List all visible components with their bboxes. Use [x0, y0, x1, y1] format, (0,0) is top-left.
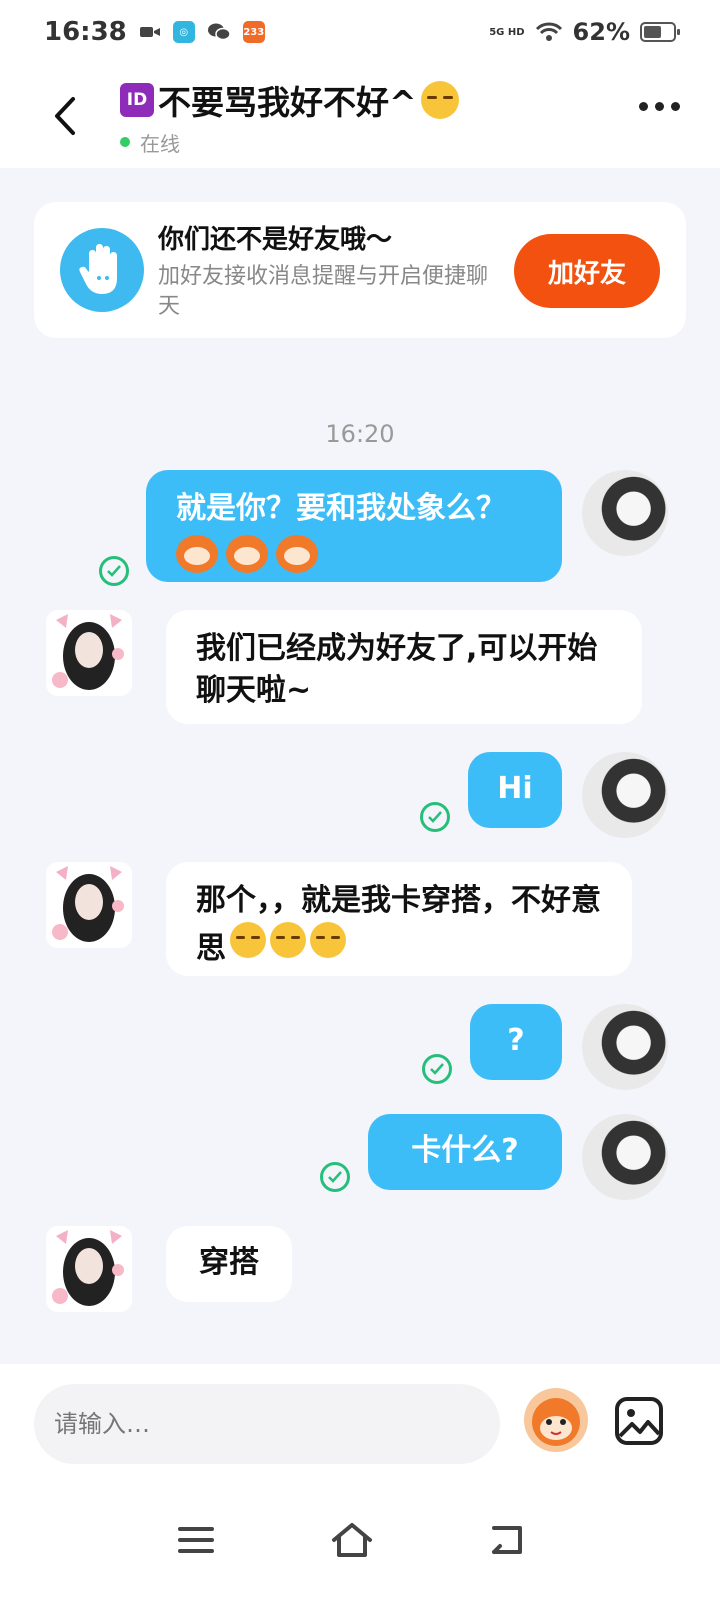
message-bubble-other[interactable]: 我们已经成为好友了,可以开始聊天啦~ — [166, 610, 642, 724]
my-avatar[interactable] — [582, 470, 668, 556]
hand-icon — [60, 228, 144, 312]
message-text: Hi — [497, 771, 533, 806]
wifi-icon — [535, 21, 563, 43]
message-text: 那个，，就是我卡穿搭，不好意思 — [196, 883, 601, 966]
home-icon — [332, 1523, 372, 1557]
read-check-icon — [422, 1054, 452, 1084]
more-icon — [639, 102, 648, 111]
back-icon — [55, 97, 75, 135]
home-nav-button[interactable] — [330, 1520, 376, 1566]
my-avatar[interactable] — [582, 1114, 668, 1200]
pensive-face-icon — [310, 922, 346, 958]
more-button[interactable] — [639, 102, 680, 111]
add-friend-button[interactable]: 加好友 — [514, 234, 660, 308]
online-label: 在线 — [140, 131, 180, 156]
friend-notice-description: 加好友接收消息提醒与开启便捷聊天 — [158, 263, 489, 319]
message-input[interactable] — [34, 1384, 500, 1464]
message-bubble-me[interactable]: ? — [470, 1004, 562, 1080]
id-badge-icon: ID — [120, 82, 154, 117]
read-check-icon — [320, 1162, 350, 1192]
video-icon — [139, 24, 161, 40]
message-bubble-me[interactable]: 卡什么? — [368, 1114, 562, 1190]
monkey-sticker-icon — [226, 534, 268, 573]
contact-avatar[interactable] — [46, 862, 132, 948]
my-avatar[interactable] — [582, 1004, 668, 1090]
message-bubble-me[interactable]: Hi — [468, 752, 562, 828]
back-nav-button[interactable] — [486, 1520, 532, 1566]
message-bubble-other[interactable]: 那个，，就是我卡穿搭，不好意思 — [166, 862, 632, 976]
monkey-sticker-row — [176, 532, 532, 574]
sticker-icon — [532, 1398, 580, 1446]
sticker-button[interactable] — [524, 1388, 588, 1452]
status-bar: 16:38 ◎ 233 5G HD 62% — [0, 0, 720, 64]
message-text: 就是你？要和我处象么？ — [176, 491, 506, 526]
friend-notice-title: 你们还不是好友哦～ — [158, 224, 393, 255]
message-text: 我们已经成为好友了,可以开始聊天啦~ — [196, 631, 598, 708]
message-text: ? — [507, 1023, 525, 1058]
input-bar — [0, 1364, 720, 1488]
status-time: 16:38 — [44, 17, 127, 47]
contact-avatar[interactable] — [46, 610, 132, 696]
system-nav-bar — [0, 1488, 720, 1612]
pensive-face-icon — [230, 922, 266, 958]
contact-name: 不要骂我好不好^ — [158, 82, 417, 122]
network-indicator: 5G HD — [489, 26, 525, 38]
friend-notice-card: 你们还不是好友哦～ 加好友接收消息提醒与开启便捷聊天 加好友 — [34, 202, 686, 338]
message-text: 穿搭 — [199, 1245, 259, 1280]
battery-icon — [640, 22, 680, 42]
image-button[interactable] — [614, 1396, 664, 1446]
message-text: 卡什么? — [411, 1133, 519, 1168]
online-dot — [120, 137, 130, 147]
pensive-face-icon — [420, 80, 459, 119]
message-bubble-other[interactable]: 穿搭 — [166, 1226, 292, 1302]
contact-avatar[interactable] — [46, 1226, 132, 1312]
app-icon: ◎ — [172, 21, 195, 43]
read-check-icon — [99, 556, 129, 586]
battery-percent: 62% — [572, 18, 630, 46]
wechat-icon — [207, 22, 231, 42]
chat-title: ID 不要骂我好不好^ — [120, 76, 459, 124]
pensive-face-icon — [270, 922, 306, 958]
message-bubble-me[interactable]: 就是你？要和我处象么？ — [146, 470, 562, 582]
monkey-sticker-icon — [176, 534, 218, 573]
app-badge-icon: 233 — [242, 21, 265, 43]
menu-icon — [178, 1527, 214, 1553]
back-nav-icon — [492, 1526, 522, 1554]
image-icon — [615, 1397, 663, 1445]
back-button[interactable] — [30, 81, 100, 151]
read-check-icon — [420, 802, 450, 832]
time-divider: 16:20 — [325, 420, 395, 448]
my-avatar[interactable] — [582, 752, 668, 838]
chat-header: ID 不要骂我好不好^ 在线 — [0, 64, 720, 168]
online-status: 在线 — [120, 128, 459, 157]
menu-nav-button[interactable] — [176, 1520, 222, 1566]
monkey-sticker-icon — [276, 534, 318, 573]
